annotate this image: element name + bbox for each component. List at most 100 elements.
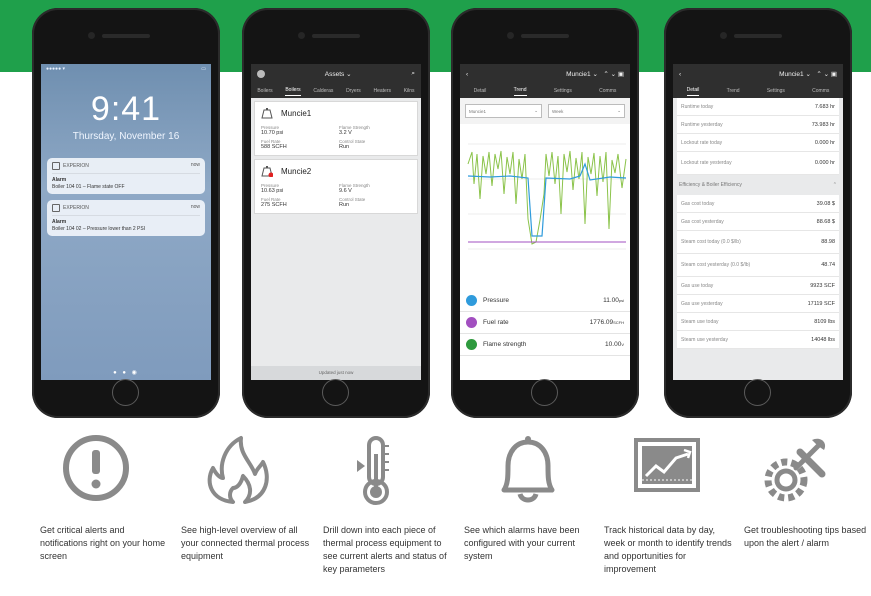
tab-detail[interactable]: Detail — [686, 87, 700, 96]
feature-text: Get critical alerts and notifications ri… — [40, 525, 166, 561]
notification[interactable]: EXPERION now Alarm Boiler 104 01 – Flame … — [47, 158, 205, 194]
detail-row: Runtime today 7.683 hr — [677, 98, 839, 116]
search-icon[interactable]: ⌕ — [411, 70, 415, 78]
chevron-down-icon[interactable]: ⌄ — [346, 71, 351, 78]
home-button[interactable] — [322, 379, 349, 406]
detail-row: Lockout rate yesterday 0.000 hr — [677, 152, 839, 175]
detail-label: Steam cost today (0.0 $/lb) — [681, 239, 741, 245]
detail-label: Gas use today — [681, 282, 714, 289]
asset-select[interactable]: Muncie1 ⌄ — [465, 104, 542, 118]
back-icon[interactable]: ‹ — [466, 71, 468, 78]
report-icon[interactable]: ▣ — [618, 71, 624, 78]
legend-value: 1776.09 — [589, 319, 614, 326]
detail-row: Gas cost today 39.08 $ — [677, 195, 839, 213]
notification-app: EXPERION — [63, 163, 89, 169]
section-header[interactable]: Efficiency & Boiler Efficiency ⌃ — [673, 175, 843, 195]
detail-label: Lockout rate yesterday — [681, 160, 732, 166]
detail-title: Muncie1 — [779, 71, 804, 78]
tab-kilns[interactable]: Kilns — [404, 88, 415, 94]
field-value: 9.6 V — [339, 188, 352, 194]
camera — [720, 32, 727, 39]
updated-footer: Updated just now — [251, 366, 421, 380]
assets-screen: Assets ⌄ ⌕ Boilers Boilers Calderas Drye… — [251, 64, 421, 380]
field-value: Run — [339, 144, 350, 150]
status-bar: ●●●●● ▾ ▭ — [46, 66, 206, 72]
section-title: Efficiency & Boiler Efficiency — [679, 182, 742, 188]
legend-value: 11.00 — [603, 297, 619, 304]
tab-heaters[interactable]: Heaters — [374, 88, 392, 94]
legend-label: Fuel rate — [483, 319, 509, 327]
legend-unit: V — [621, 342, 624, 347]
page-dots: ● ● ◉ — [113, 370, 139, 376]
legend-fuel-rate[interactable]: Fuel rate 1776.09SCFH — [460, 312, 630, 334]
legend-value: 10.00 — [605, 341, 622, 348]
detail-row: Gas use yesterday 17119 SCF — [677, 295, 839, 313]
home-button[interactable] — [744, 379, 771, 406]
tab-boilers[interactable]: Boilers — [257, 88, 272, 94]
back-icon[interactable]: ‹ — [679, 71, 681, 78]
tab-trend[interactable]: Trend — [727, 88, 740, 94]
asset-card[interactable]: Muncie2 Pressure 10.63 psi Flame Strength… — [254, 159, 418, 214]
speaker — [102, 34, 150, 38]
camera — [507, 32, 514, 39]
asset-select-value: Muncie1 — [469, 108, 487, 114]
detail-label: Gas cost today — [681, 200, 715, 207]
camera — [88, 32, 95, 39]
legend-label: Flame strength — [483, 341, 527, 349]
home-button[interactable] — [531, 379, 558, 406]
notification[interactable]: EXPERION now Alarm Boiler 104 02 – Pressu… — [47, 200, 205, 236]
trend-chart — [460, 124, 630, 290]
tab-comms[interactable]: Comms — [812, 88, 829, 94]
tab-settings[interactable]: Settings — [554, 88, 572, 94]
globe-icon[interactable] — [257, 70, 265, 78]
detail-label: Steam use today — [681, 318, 719, 325]
flame-strength-dot — [466, 339, 477, 350]
detail-value: 17119 SCF — [807, 300, 835, 307]
asset-name: Muncie2 — [281, 166, 312, 176]
tab-dryers[interactable]: Dryers — [346, 88, 361, 94]
chevron-down-icon: ⌄ — [617, 108, 621, 113]
feature-text: Track historical data by day, week or mo… — [604, 525, 732, 574]
detail-label: Runtime today — [681, 103, 714, 110]
notification-body: Boiler 104 02 – Pressure lower than 2 PS… — [52, 226, 146, 232]
assets-title: Assets — [324, 71, 345, 78]
tab-boilers-active[interactable]: Boilers — [285, 87, 301, 96]
speaker — [521, 34, 569, 38]
field-value: 588 SCFH — [261, 144, 287, 150]
asset-name: Muncie1 — [281, 108, 312, 118]
fuel-rate-dot — [466, 317, 477, 328]
notification-app: EXPERION — [63, 205, 89, 211]
phone-lockscreen: ●●●●● ▾ ▭ 9:41 Thursday, November 16 EXPE… — [32, 8, 220, 418]
legend-unit: psi — [618, 298, 624, 303]
tab-trend[interactable]: Trend — [513, 87, 527, 96]
lock-date: Thursday, November 16 — [72, 131, 180, 142]
troubleshooting-tools-icon — [764, 438, 826, 502]
detail-value: 7.683 hr — [814, 103, 835, 110]
detail-label: Steam use yesterday — [681, 336, 728, 343]
detail-label: Runtime yesterday — [681, 121, 723, 128]
notification-title: Alarm — [52, 177, 67, 183]
trend-chart-icon — [634, 438, 700, 492]
range-select[interactable]: Week ⌄ — [548, 104, 625, 118]
detail-row: Gas cost yesterday 88.68 $ — [677, 213, 839, 231]
detail-row: Steam use yesterday 14048 lbs — [677, 331, 839, 349]
report-icon[interactable]: ▣ — [831, 71, 837, 78]
detail-value: 0.000 hr — [814, 160, 835, 166]
field-value: 10.63 psi — [261, 188, 284, 194]
pressure-dot — [466, 295, 477, 306]
chevron-down-icon: ⌄ — [534, 108, 538, 113]
tab-detail[interactable]: Detail — [474, 88, 487, 94]
feature-text: Drill down into each piece of thermal pr… — [323, 525, 447, 574]
tab-calderas[interactable]: Calderas — [313, 88, 333, 94]
notification-title: Alarm — [52, 219, 67, 225]
legend-pressure[interactable]: Pressure 11.00psi — [460, 290, 630, 312]
home-button[interactable] — [112, 379, 139, 406]
notification-time: now — [190, 162, 200, 168]
speaker — [734, 34, 782, 38]
lockscreen: ●●●●● ▾ ▭ 9:41 Thursday, November 16 EXPE… — [41, 64, 211, 380]
asset-card[interactable]: Muncie1 Pressure 10.70 psi Flame Strength… — [254, 101, 418, 156]
phone-detail: ‹ Muncie1 ⌄ ⌃ ⌄ ▣ Detail Trend Settings … — [664, 8, 852, 418]
tab-comms[interactable]: Comms — [599, 88, 616, 94]
tab-settings[interactable]: Settings — [767, 88, 785, 94]
legend-flame-strength[interactable]: Flame strength 10.00V — [460, 334, 630, 356]
